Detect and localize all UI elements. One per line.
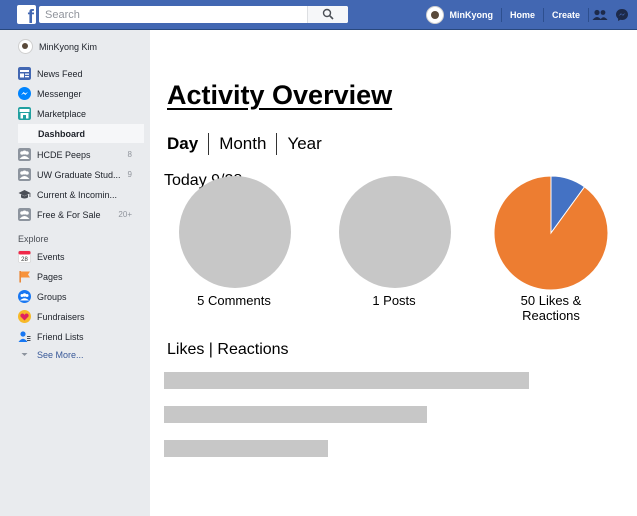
sidebar-item-friend-lists[interactable]: Friend Lists — [18, 328, 84, 345]
group-icon — [18, 208, 31, 221]
marketplace-icon — [18, 107, 31, 120]
sidebar-item-label: Events — [37, 251, 65, 262]
sidebar-item-group[interactable]: Current & Incomin... — [18, 186, 144, 203]
group-icon — [18, 148, 31, 161]
likes-reactions-line1: 50 Likes & — [520, 293, 582, 308]
left-sidebar: MinKyong Kim News Feed Messenger Marketp… — [0, 30, 150, 516]
search-input[interactable] — [45, 7, 315, 22]
notification-count: 20+ — [118, 210, 132, 219]
sidebar-item-events[interactable]: 28 Events — [18, 248, 65, 265]
sidebar-profile-name: MinKyong Kim — [39, 41, 98, 52]
comments-count: 5 Comments — [197, 293, 271, 308]
sidebar-item-marketplace[interactable]: Marketplace — [18, 105, 86, 122]
page-title: Activity Overview — [167, 80, 393, 110]
time-range-tabs: Day Month Year — [167, 133, 322, 155]
sidebar-item-group[interactable]: HCDE Peeps 8 — [18, 146, 144, 163]
calendar-icon: 28 — [18, 250, 31, 263]
search-button[interactable] — [307, 6, 348, 23]
groups-icon — [18, 290, 31, 303]
search-box — [39, 6, 348, 23]
profile-link[interactable]: MinKyong — [422, 0, 501, 29]
create-link[interactable]: Create — [544, 0, 588, 29]
sidebar-item-label: Dashboard — [38, 128, 86, 139]
sidebar-item-label: Pages — [37, 271, 63, 282]
sidebar-item-group[interactable]: Free & For Sale 20+ — [18, 206, 144, 223]
chevron-down-icon — [21, 353, 28, 356]
activity-bar[interactable] — [164, 406, 427, 423]
sidebar-item-label: UW Graduate Stud... — [37, 169, 121, 180]
sidebar-item-label: Groups — [37, 291, 67, 302]
section-heading: Explore — [18, 233, 49, 244]
likes-reactions-pie-chart[interactable] — [493, 175, 609, 291]
sidebar-item-group[interactable]: UW Graduate Stud... 9 — [18, 166, 144, 183]
activity-bar[interactable] — [164, 372, 529, 389]
sidebar-item-label: News Feed — [37, 68, 83, 79]
pie-slice-likes[interactable] — [493, 175, 609, 291]
see-more-label: See More... — [37, 349, 84, 360]
notification-count: 8 — [127, 150, 132, 159]
sidebar-item-pages[interactable]: Pages — [18, 268, 63, 285]
sidebar-item-label: Current & Incomin... — [37, 189, 118, 200]
posts-count: 1 Posts — [372, 293, 416, 308]
explore-heading: Explore — [18, 230, 49, 247]
sidebar-item-label: Messenger — [37, 88, 82, 99]
sidebar-item-label: Marketplace — [37, 108, 87, 119]
notification-count: 9 — [127, 170, 132, 179]
group-icon — [18, 168, 31, 181]
see-more-link[interactable]: See More... — [18, 346, 84, 363]
heart-icon — [18, 310, 31, 323]
sidebar-item-label: HCDE Peeps — [37, 149, 91, 160]
likes-reactions-line2: Reactions — [522, 308, 580, 323]
facebook-logo-icon[interactable]: f — [17, 5, 36, 28]
news-feed-icon — [18, 67, 31, 80]
graduation-cap-icon — [18, 190, 31, 199]
avatar — [426, 5, 445, 24]
messenger-icon — [616, 8, 628, 21]
sidebar-item-label: Friend Lists — [37, 331, 84, 342]
tab-year[interactable]: Year — [287, 134, 321, 154]
top-bar: f MinKyong Home Create — [0, 0, 637, 30]
sidebar-item-news-feed[interactable]: News Feed — [18, 65, 83, 82]
sidebar-item-messenger[interactable]: Messenger — [18, 85, 82, 102]
sidebar-item-groups[interactable]: Groups — [18, 288, 67, 305]
logo-text: f — [27, 7, 34, 28]
sidebar-profile[interactable]: MinKyong Kim — [18, 38, 97, 55]
tab-month[interactable]: Month — [219, 134, 266, 154]
friend-list-icon — [18, 331, 31, 342]
avatar — [18, 39, 33, 54]
section-title: Likes | Reactions — [167, 341, 289, 358]
tab-day[interactable]: Day — [167, 134, 198, 154]
divider — [276, 133, 278, 155]
posts-chart[interactable] — [339, 176, 451, 288]
divider — [208, 133, 210, 155]
main-content: Activity Overview Day Month Year Today 9… — [150, 30, 637, 516]
home-link[interactable]: Home — [502, 0, 543, 29]
sidebar-item-fundraisers[interactable]: Fundraisers — [18, 308, 85, 325]
friend-requests-button[interactable] — [589, 0, 611, 29]
flag-icon — [19, 271, 30, 283]
likes-reactions-count: 50 Likes & Reactions — [486, 293, 616, 323]
svg-text:28: 28 — [21, 257, 28, 263]
messenger-icon — [18, 87, 31, 100]
profile-name: MinKyong — [449, 9, 493, 20]
activity-bar[interactable] — [164, 440, 328, 457]
messenger-button[interactable] — [611, 0, 633, 29]
search-icon — [322, 8, 334, 20]
sidebar-item-dashboard[interactable]: Dashboard — [18, 124, 144, 143]
comments-chart[interactable] — [179, 176, 291, 288]
sidebar-item-label: Free & For Sale — [37, 209, 101, 220]
friends-icon — [592, 9, 608, 20]
sidebar-item-label: Fundraisers — [37, 311, 85, 322]
